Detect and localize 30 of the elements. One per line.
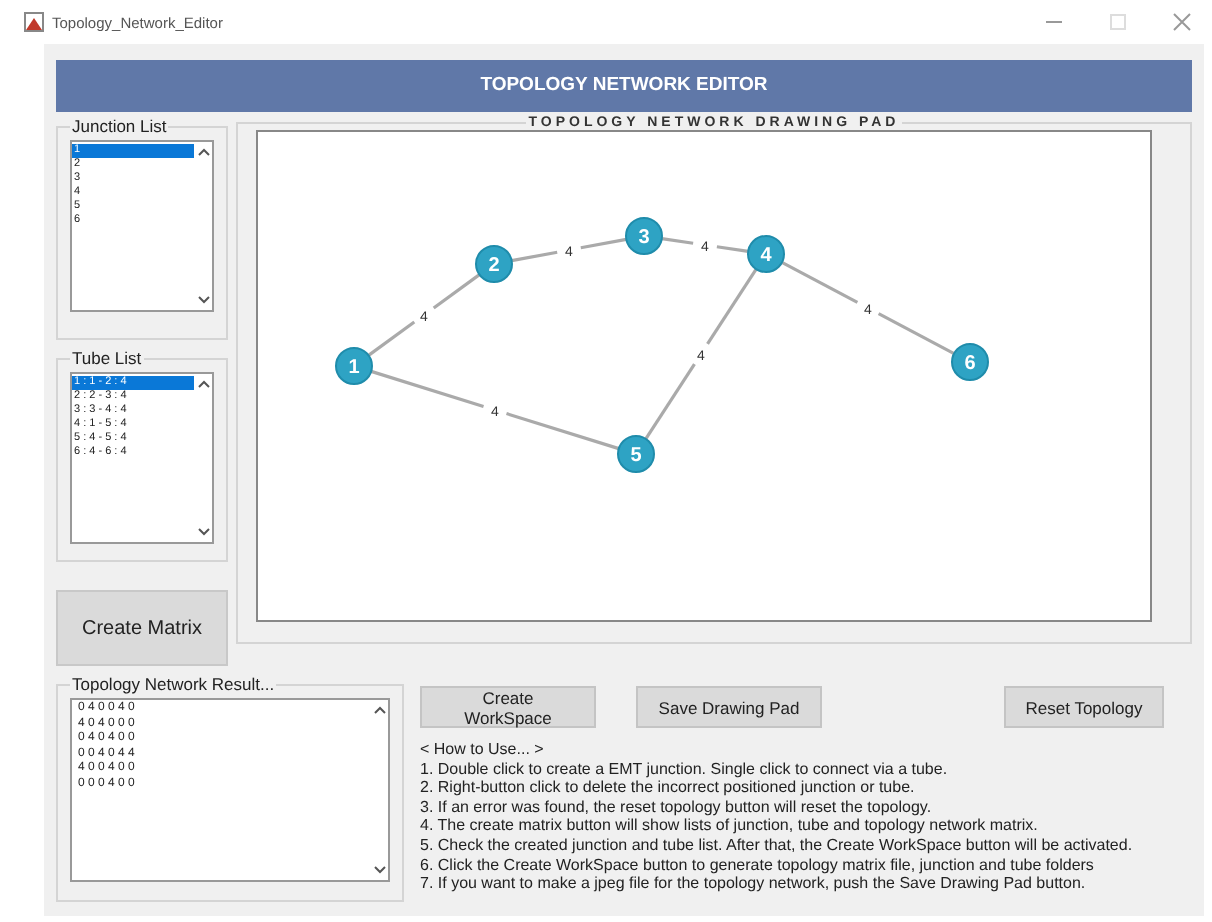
instruction-line: 1. Double click to create a EMT junction. Single click to connect via a tube. — [420, 759, 950, 779]
scroll-up-icon[interactable] — [197, 148, 209, 156]
scroll-down-icon[interactable] — [197, 528, 209, 536]
panel-title: Topology Network Result... — [70, 674, 277, 694]
reset-topology-button[interactable]: Reset Topology — [1004, 686, 1164, 728]
instruction-line: 4. The create matrix button will show lists of junction, tube and topology network matrix. — [420, 816, 1040, 836]
close-icon[interactable] — [1172, 12, 1192, 32]
panel-title: Tube List — [70, 348, 144, 368]
tube-line[interactable] — [781, 261, 955, 355]
instruction-line: < How to Use... > — [420, 740, 546, 760]
create-workspace-button[interactable]: Create WorkSpace — [420, 686, 596, 728]
save-drawing-pad-button[interactable]: Save Drawing Pad — [636, 686, 822, 728]
scroll-down-icon[interactable] — [373, 866, 385, 874]
app-icon — [24, 12, 44, 32]
instruction-line: 3. If an error was found, the reset topology button will reset the topology. — [420, 797, 934, 817]
tube-line[interactable] — [511, 237, 627, 263]
instruction-line: 5. Check the created junction and tube list. After that, the Create WorkSpace button will be activated. — [420, 835, 1135, 856]
scroll-down-icon[interactable] — [197, 296, 209, 304]
instruction-line: 2. Right-button click to delete the incorrect positioned junction or tube. — [420, 778, 917, 798]
tube-line[interactable] — [370, 369, 620, 451]
header-bar: TOPOLOGY NETWORK EDITOR — [56, 60, 1192, 112]
scroll-up-icon[interactable] — [373, 706, 385, 714]
panel-title: Junction List — [70, 116, 169, 136]
tube-line[interactable] — [367, 273, 481, 357]
instruction-line: 7. If you want to make a jpeg file for the topology network, push the Save Drawing Pad button. — [420, 874, 1088, 894]
create-matrix-button[interactable]: Create Matrix — [56, 590, 228, 666]
scroll-up-icon[interactable] — [197, 380, 209, 388]
instruction-line: 6. Click the Create WorkSpace button to generate topology matrix file, junction and tube folders — [420, 855, 1096, 875]
tube-line[interactable] — [644, 268, 758, 440]
tube-line[interactable] — [661, 237, 749, 253]
